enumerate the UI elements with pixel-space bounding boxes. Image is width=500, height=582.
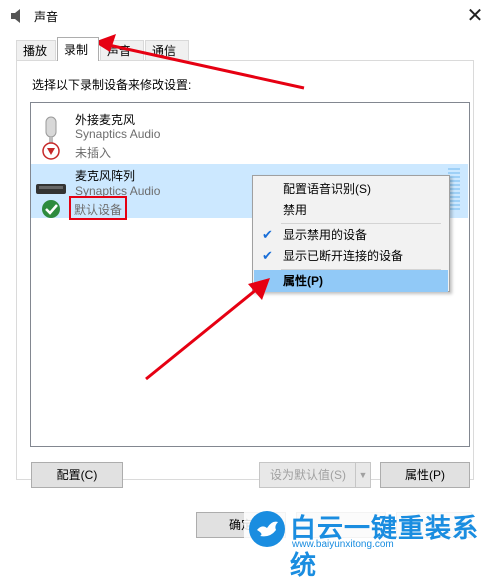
menu-item-label: 禁用 (283, 203, 308, 217)
device-name: 外接麦克风 (75, 113, 136, 127)
device-name: 麦克风阵列 (75, 169, 136, 183)
context-menu: 配置语音识别(S) 禁用 ✔ 显示禁用的设备 ✔ 显示已断开连接的设备 属性(P… (252, 175, 450, 292)
set-default-button[interactable]: 设为默认值(S) ▼ (259, 462, 371, 488)
checkmark-icon: ✔ (262, 227, 273, 242)
dropdown-arrow-icon[interactable]: ▼ (355, 463, 370, 487)
bird-logo-icon (249, 511, 285, 547)
speaker-icon (11, 9, 20, 23)
menu-item-show-disabled[interactable]: ✔ 显示禁用的设备 (254, 224, 448, 246)
menu-item-label: 显示已断开连接的设备 (283, 249, 404, 263)
background-window-strip (484, 32, 500, 502)
set-default-label: 设为默认值(S) (270, 468, 346, 482)
properties-button[interactable]: 属性(P) (380, 462, 470, 488)
title-bar (0, 0, 500, 32)
instruction-text: 选择以下录制设备来修改设置: (32, 78, 192, 92)
tab-recording[interactable]: 录制 (57, 37, 99, 61)
tab-sounds[interactable]: 声音 (100, 40, 144, 60)
menu-item-configure-speech[interactable]: 配置语音识别(S) (254, 178, 448, 200)
microphone-array-icon (36, 184, 66, 218)
window-title: 声音 (34, 10, 59, 24)
watermark-url: www.baiyunxitong.com (292, 539, 394, 550)
device-status: 未插入 (75, 146, 112, 160)
menu-item-label: 配置语音识别(S) (283, 182, 371, 196)
menu-item-show-disconnected[interactable]: ✔ 显示已断开连接的设备 (254, 245, 448, 267)
menu-item-properties[interactable]: 属性(P) (254, 270, 448, 292)
checkmark-icon: ✔ (262, 248, 273, 263)
tab-communications[interactable]: 通信 (145, 40, 189, 60)
menu-item-label: 显示禁用的设备 (283, 228, 368, 242)
configure-button[interactable]: 配置(C) (31, 462, 123, 488)
close-icon[interactable]: ✕ (460, 2, 490, 30)
device-driver: Synaptics Audio (75, 127, 161, 141)
menu-item-disable[interactable]: 禁用 (254, 199, 448, 221)
menu-item-label: 属性(P) (283, 274, 323, 288)
microphone-icon (42, 116, 60, 160)
tab-playback[interactable]: 播放 (16, 40, 56, 60)
annotation-highlight-box (69, 196, 127, 220)
